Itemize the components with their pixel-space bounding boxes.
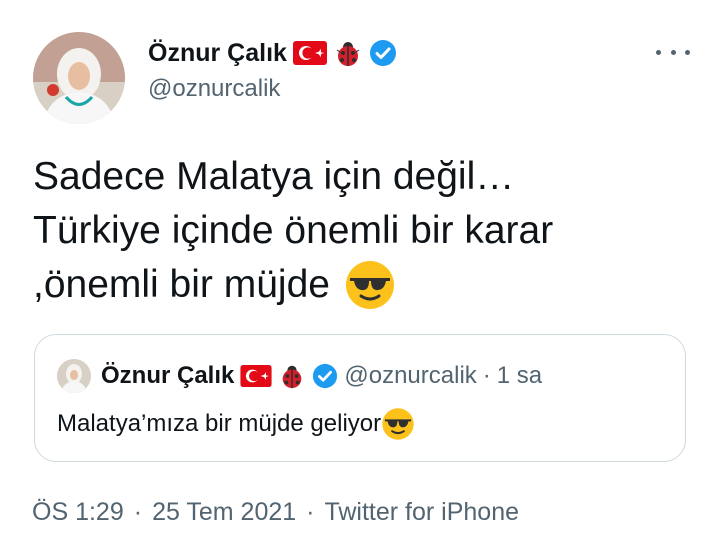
sunglasses-emoji-icon	[382, 408, 414, 440]
ladybug-icon	[336, 42, 360, 66]
quoted-author-name[interactable]: Öznur Çalık	[101, 362, 234, 390]
turkey-flag-icon	[240, 365, 272, 387]
quoted-author-avatar[interactable]	[57, 359, 91, 393]
avatar-photo-icon	[33, 32, 125, 124]
quoted-author-handle[interactable]: @oznurcalik	[344, 362, 476, 390]
author-display-name[interactable]: Öznur Çalık	[148, 39, 287, 68]
more-dot-2	[670, 49, 676, 55]
verified-badge-icon	[369, 40, 396, 66]
more-dot-1	[656, 49, 661, 55]
tweet-time[interactable]: ÖS 1:29	[32, 498, 124, 527]
tweet-source[interactable]: Twitter for iPhone	[324, 498, 519, 527]
footer-separator-1: ·	[133, 498, 143, 526]
quoted-tweet-text: Malatya’mıza bir müjde geliyor	[57, 407, 415, 441]
quoted-timestamp[interactable]: 1 sa	[497, 362, 542, 390]
tweet-line-1: Sadece Malatya için değil…	[33, 155, 515, 198]
author-handle[interactable]: @oznurcalik	[148, 75, 280, 103]
quoted-tweet-text-content: Malatya’mıza bir müjde geliyor	[57, 410, 382, 437]
tweet-body: Sadece Malatya için değil… Türkiye içind…	[33, 150, 673, 312]
tweet-metadata: ÖS 1:29 · 25 Tem 2021 · Twitter for iPho…	[32, 498, 519, 527]
ladybug-icon	[283, 365, 302, 389]
quoted-avatar-photo-icon	[57, 359, 91, 393]
quoted-tweet-card[interactable]: Öznur Çalık @oznurcalik · 1 sa Malatya’m…	[34, 334, 686, 462]
sunglasses-emoji-icon	[345, 261, 394, 309]
quoted-separator: ·	[482, 362, 491, 389]
tweet-line-3: ,önemli bir müjde	[33, 258, 673, 312]
more-options-icon[interactable]	[656, 42, 690, 62]
tweet-date[interactable]: 25 Tem 2021	[152, 498, 296, 527]
author-header: Öznur Çalık	[148, 36, 397, 70]
verified-badge-icon	[313, 363, 338, 389]
turkey-flag-icon	[292, 41, 327, 65]
tweet-line-2: Türkiye içinde önemli bir karar	[33, 209, 554, 252]
tweet-author-avatar[interactable]	[33, 32, 125, 124]
more-dot-3	[685, 49, 690, 55]
quoted-tweet-header: Öznur Çalık @oznurcalik · 1 sa	[57, 359, 542, 393]
footer-separator-2: ·	[306, 498, 315, 526]
tweet-line-3-text: ,önemli bir müjde	[33, 263, 330, 306]
